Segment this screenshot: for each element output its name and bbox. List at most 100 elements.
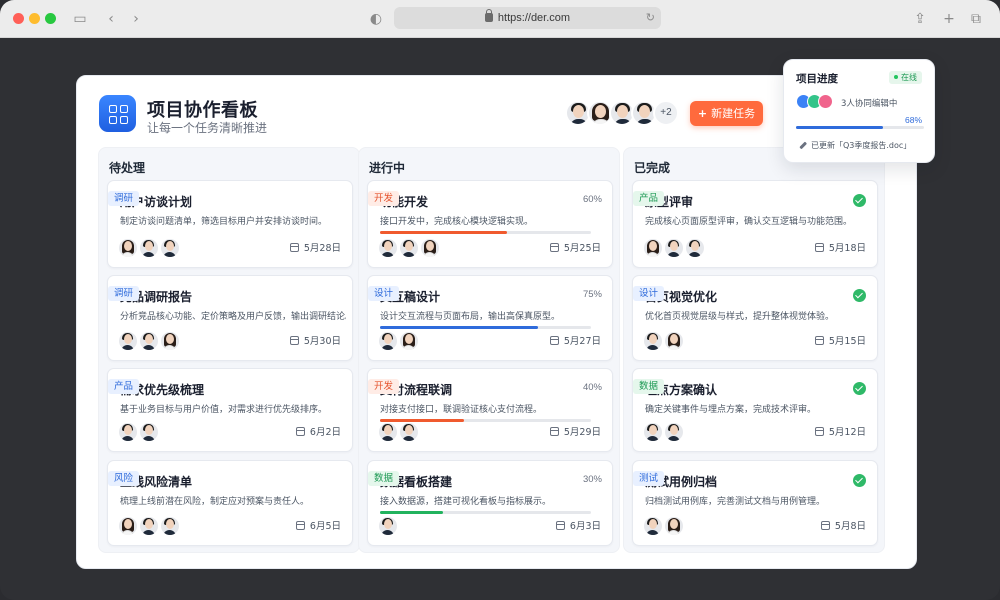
avatar[interactable] — [139, 238, 159, 258]
due-date: 5月27日 — [549, 333, 601, 347]
status-badge: 在线 — [889, 71, 922, 84]
avatar[interactable] — [139, 516, 159, 536]
task-tag: 数据 — [633, 379, 665, 394]
due-date: 5月28日 — [289, 240, 341, 254]
task-card[interactable]: 交互稿设计 设计 设计交互流程与页面布局，输出高保真原型。 75% 5月27日 — [367, 275, 613, 361]
due-date: 5月25日 — [549, 240, 601, 254]
task-card[interactable]: 用户访谈计划 调研 制定访谈问题清单，筛选目标用户并安排访谈时间。 5月28日 — [107, 180, 353, 268]
task-progress-bar — [380, 511, 591, 514]
progress-popup: 项目进度 在线 3人协同编辑中 68% 已更新「Q3季度报告.doc」 — [783, 59, 935, 163]
task-card[interactable]: 功能开发 开发 接口开发中，完成核心模块逻辑实现。 60% 5月25日 — [367, 180, 613, 268]
task-description: 梳理上线前潜在风险，制定应对预案与责任人。 — [120, 497, 310, 507]
share-icon[interactable]: ⇪ — [910, 9, 930, 29]
task-tag: 设计 — [633, 286, 665, 301]
due-date: 5月18日 — [814, 240, 866, 254]
task-progress-percent: 30% — [582, 474, 602, 485]
avatar[interactable] — [664, 516, 684, 536]
avatar[interactable] — [378, 331, 398, 351]
avatar[interactable] — [643, 422, 663, 442]
task-tag: 风险 — [108, 471, 140, 486]
minimize-window-button[interactable] — [29, 13, 40, 24]
avatar[interactable] — [139, 422, 159, 442]
task-progress-bar — [380, 326, 591, 329]
avatar[interactable] — [664, 238, 684, 258]
task-description: 分析竞品核心功能、定价策略及用户反馈，输出调研结论。 — [120, 312, 346, 322]
avatar[interactable] — [664, 422, 684, 442]
avatar[interactable] — [160, 238, 180, 258]
forward-arrow-icon[interactable]: › — [126, 9, 146, 29]
due-date: 5月15日 — [814, 333, 866, 347]
task-card[interactable]: 需求优先级梳理 产品 基于业务目标与用户价值，对需求进行优先级排序。 6月2日 — [107, 368, 353, 452]
plus-icon: + — [697, 107, 708, 120]
sidebar-toggle-icon[interactable]: ▭ — [70, 9, 90, 29]
task-description: 归档测试用例库，完善测试文档与用例管理。 — [645, 497, 826, 507]
avatar[interactable] — [643, 516, 663, 536]
task-card[interactable]: 首页视觉优化 设计 优化首页视觉层级与样式，提升整体视觉体验。 5月15日 — [632, 275, 878, 361]
avatar[interactable] — [378, 516, 398, 536]
calendar-icon — [814, 243, 824, 252]
progress-fill — [380, 511, 444, 514]
column-0: 待处理 用户访谈计划 调研 制定访谈问题清单，筛选目标用户并安排访谈时间。 5月28日竞… — [98, 147, 360, 553]
close-window-button[interactable] — [13, 13, 24, 24]
due-date: 5月12日 — [814, 424, 866, 438]
avatar[interactable] — [420, 238, 440, 258]
app-logo-icon — [99, 95, 136, 132]
due-date: 5月30日 — [289, 333, 341, 347]
avatar[interactable] — [643, 331, 663, 351]
task-tag: 开发 — [368, 191, 400, 206]
new-task-button[interactable]: + 新建任务 — [690, 101, 763, 126]
calendar-icon — [549, 336, 559, 345]
avatar[interactable] — [118, 422, 138, 442]
new-tab-plus-icon[interactable]: + — [939, 9, 959, 29]
calendar-icon — [295, 521, 305, 530]
task-description: 优化首页视觉层级与样式，提升整体视觉体验。 — [645, 312, 835, 322]
avatar[interactable] — [160, 516, 180, 536]
more-members-badge[interactable]: +2 — [653, 100, 679, 126]
avatar[interactable] — [685, 238, 705, 258]
column-title: 已完成 — [634, 161, 671, 175]
task-card[interactable]: 竞品调研报告 调研 分析竞品核心功能、定价策略及用户反馈，输出调研结论。 5月30日 — [107, 275, 353, 361]
tab-overview-icon[interactable]: ⧉ — [966, 9, 986, 29]
task-card[interactable]: 测试用例归档 测试 归档测试用例库，完善测试文档与用例管理。 5月8日 — [632, 460, 878, 546]
task-tag: 设计 — [368, 286, 400, 301]
avatar[interactable] — [160, 331, 180, 351]
avatar[interactable] — [118, 516, 138, 536]
collaborator-avatars — [796, 94, 836, 110]
task-tag: 开发 — [368, 379, 400, 394]
avatar[interactable] — [399, 331, 419, 351]
task-tag: 调研 — [108, 286, 140, 301]
avatar[interactable] — [118, 331, 138, 351]
avatar[interactable] — [643, 238, 663, 258]
column-title: 进行中 — [369, 161, 406, 175]
task-card[interactable]: 埋点方案确认 数据 确定关键事件与埋点方案，完成技术评审。 5月12日 — [632, 368, 878, 452]
calendar-icon — [814, 336, 824, 345]
avatar[interactable] — [378, 422, 398, 442]
task-progress-percent: 60% — [582, 194, 602, 205]
avatar[interactable] — [399, 238, 419, 258]
task-card[interactable]: 数据看板搭建 数据 接入数据源，搭建可视化看板与指标展示。 30% 6月3日 — [367, 460, 613, 546]
column-2: 已完成 原型评审 产品 完成核心页面原型评审，确认交互逻辑与功能范围。 5月18日 首页视… — [623, 147, 885, 553]
project-progress-percent: 68% — [904, 115, 922, 125]
privacy-shield-icon[interactable]: ◐ — [366, 9, 386, 29]
task-tag: 测试 — [633, 471, 665, 486]
task-progress-percent: 75% — [582, 289, 602, 300]
avatar[interactable] — [118, 238, 138, 258]
task-card[interactable]: 上线风险清单 风险 梳理上线前潜在风险，制定应对预案与责任人。 6月5日 — [107, 460, 353, 546]
reload-icon[interactable]: ↻ — [646, 7, 655, 29]
address-bar[interactable]: https://der.com ↻ — [394, 7, 661, 29]
avatar[interactable] — [664, 331, 684, 351]
maximize-window-button[interactable] — [45, 13, 56, 24]
task-card[interactable]: 支付流程联调 开发 对接支付接口，联调验证核心支付流程。 40% 5月29日 — [367, 368, 613, 452]
back-arrow-icon[interactable]: ‹ — [101, 9, 121, 29]
avatar[interactable] — [139, 331, 159, 351]
due-date: 6月3日 — [555, 518, 601, 532]
due-date: 5月8日 — [820, 518, 866, 532]
progress-fill — [380, 419, 465, 422]
task-description: 完成核心页面原型评审，确认交互逻辑与功能范围。 — [645, 217, 853, 227]
last-update-text[interactable]: 已更新「Q3季度报告.doc」 — [799, 140, 911, 151]
task-card[interactable]: 原型评审 产品 完成核心页面原型评审，确认交互逻辑与功能范围。 5月18日 — [632, 180, 878, 268]
avatar[interactable] — [378, 238, 398, 258]
due-date: 5月29日 — [549, 424, 601, 438]
task-description: 对接支付接口，联调验证核心支付流程。 — [380, 405, 543, 415]
avatar[interactable] — [399, 422, 419, 442]
